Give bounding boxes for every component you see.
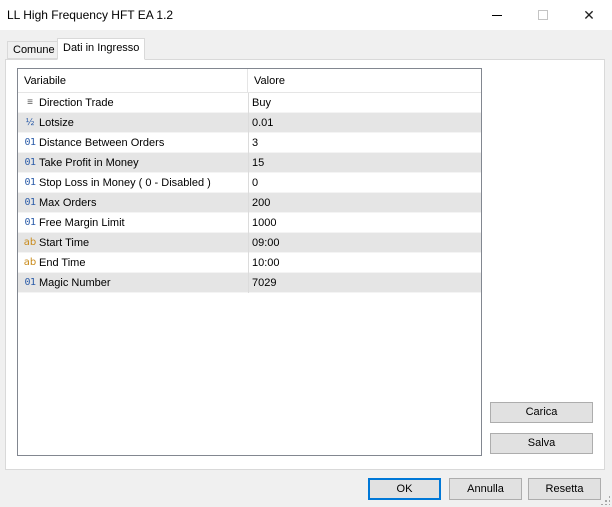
column-separator: [248, 193, 249, 213]
variable-value[interactable]: 1000: [252, 213, 276, 233]
variable-name: Direction Trade: [39, 97, 114, 109]
column-separator: [248, 273, 249, 293]
resize-grip-icon[interactable]: [600, 495, 610, 505]
column-separator: [248, 133, 249, 153]
variable-value[interactable]: 0.01: [252, 113, 273, 133]
variable-value[interactable]: 09:00: [252, 233, 280, 253]
variable-name: Free Margin Limit: [39, 217, 125, 229]
enum-icon: ≡: [27, 97, 33, 108]
table-row[interactable]: 01 Magic Number 7029: [18, 273, 481, 293]
cancel-button[interactable]: Annulla: [449, 478, 522, 500]
maximize-icon: [538, 10, 548, 20]
close-button[interactable]: ✕: [566, 0, 612, 30]
integer-icon: 01: [24, 197, 36, 208]
column-separator: [248, 153, 249, 173]
variable-value[interactable]: 7029: [252, 273, 276, 293]
variable-name: Take Profit in Money: [39, 157, 139, 169]
maximize-button[interactable]: [520, 0, 566, 30]
column-separator: [248, 213, 249, 233]
integer-icon: 01: [24, 277, 36, 288]
table-row[interactable]: 01 Stop Loss in Money ( 0 - Disabled ) 0: [18, 173, 481, 193]
variable-value[interactable]: Buy: [252, 93, 271, 113]
table-row[interactable]: ≡ Direction Trade Buy: [18, 93, 481, 113]
column-separator: [248, 253, 249, 273]
integer-icon: 01: [24, 217, 36, 228]
table-row[interactable]: ½ Lotsize 0.01: [18, 113, 481, 133]
double-icon: ½: [25, 117, 35, 128]
table-row[interactable]: ab Start Time 09:00: [18, 233, 481, 253]
variable-name: End Time: [39, 257, 86, 269]
grid-rows: ≡ Direction Trade Buy ½ Lotsize 0.01 01 Distanc…: [18, 93, 481, 293]
inputs-grid[interactable]: Variabile Valore ≡ Direction Trade Buy ½ Lot…: [17, 68, 482, 456]
minimize-icon: [492, 14, 502, 16]
variable-name: Stop Loss in Money ( 0 - Disabled ): [39, 177, 211, 189]
reset-button[interactable]: Resetta: [528, 478, 601, 500]
close-icon: ✕: [583, 6, 595, 23]
integer-icon: 01: [24, 177, 36, 188]
column-separator: [248, 233, 249, 253]
column-header-variable[interactable]: Variabile: [18, 69, 248, 93]
variable-value[interactable]: 0: [252, 173, 258, 193]
save-button[interactable]: Salva: [490, 433, 593, 454]
column-separator: [248, 113, 249, 133]
string-icon: ab: [23, 237, 37, 248]
variable-value[interactable]: 15: [252, 153, 264, 173]
variable-name: Max Orders: [39, 197, 97, 209]
tab-dati-in-ingresso[interactable]: Dati in Ingresso: [57, 38, 146, 60]
variable-value[interactable]: 3: [252, 133, 258, 153]
grid-header: Variabile Valore: [18, 69, 481, 93]
minimize-button[interactable]: [474, 0, 520, 30]
table-row[interactable]: 01 Free Margin Limit 1000: [18, 213, 481, 233]
variable-name: Magic Number: [39, 277, 111, 289]
tab-comune[interactable]: Comune: [7, 41, 61, 59]
table-row[interactable]: 01 Take Profit in Money 15: [18, 153, 481, 173]
ok-button[interactable]: OK: [368, 478, 441, 500]
variable-name: Lotsize: [39, 117, 74, 129]
load-button[interactable]: Carica: [490, 402, 593, 423]
column-header-value[interactable]: Valore: [248, 69, 481, 93]
variable-value[interactable]: 200: [252, 193, 270, 213]
integer-icon: 01: [24, 157, 36, 168]
column-separator: [248, 93, 249, 113]
variable-name: Start Time: [39, 237, 90, 249]
table-row[interactable]: 01 Max Orders 200: [18, 193, 481, 213]
table-row[interactable]: 01 Distance Between Orders 3: [18, 133, 481, 153]
title-bar: LL High Frequency HFT EA 1.2 ✕: [0, 0, 612, 30]
integer-icon: 01: [24, 137, 36, 148]
column-separator: [248, 173, 249, 193]
variable-value[interactable]: 10:00: [252, 253, 280, 273]
table-row[interactable]: ab End Time 10:00: [18, 253, 481, 273]
variable-name: Distance Between Orders: [39, 137, 165, 149]
window-title: LL High Frequency HFT EA 1.2: [7, 8, 174, 22]
string-icon: ab: [23, 257, 37, 268]
